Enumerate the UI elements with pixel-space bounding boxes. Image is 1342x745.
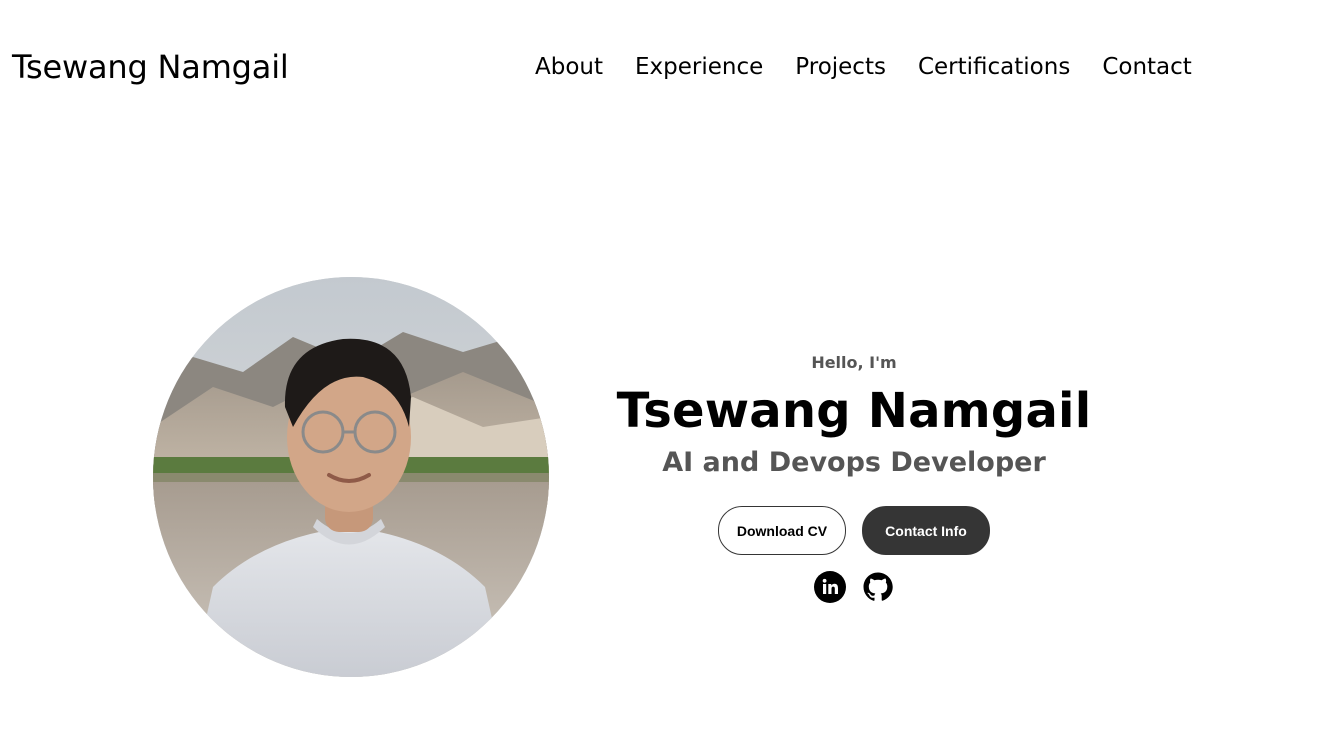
nav-link-contact[interactable]: Contact [1102, 51, 1191, 83]
nav-link-projects[interactable]: Projects [795, 51, 886, 83]
social-links [814, 571, 894, 603]
hero-buttons: Download CV Contact Info [718, 506, 990, 555]
nav-link-certifications[interactable]: Certifications [918, 51, 1070, 83]
hero-subtitle: AI and Devops Developer [662, 447, 1046, 478]
nav-links: About Experience Projects Certifications… [535, 51, 1192, 83]
top-nav: Tsewang Namgail About Experience Project… [0, 0, 1342, 135]
nav-link-experience[interactable]: Experience [635, 51, 763, 83]
linkedin-icon[interactable] [814, 571, 846, 603]
hero-text: Hello, I'm Tsewang Namgail AI and Devops… [614, 350, 1094, 480]
download-cv-button[interactable]: Download CV [718, 506, 846, 555]
hero-title: Tsewang Namgail [616, 383, 1092, 439]
contact-info-button[interactable]: Contact Info [862, 506, 990, 555]
site-logo[interactable]: Tsewang Namgail [12, 46, 289, 88]
profile-photo [153, 277, 549, 677]
nav-link-about[interactable]: About [535, 51, 603, 83]
hero-greeting: Hello, I'm [811, 353, 897, 372]
github-icon[interactable] [862, 571, 894, 603]
